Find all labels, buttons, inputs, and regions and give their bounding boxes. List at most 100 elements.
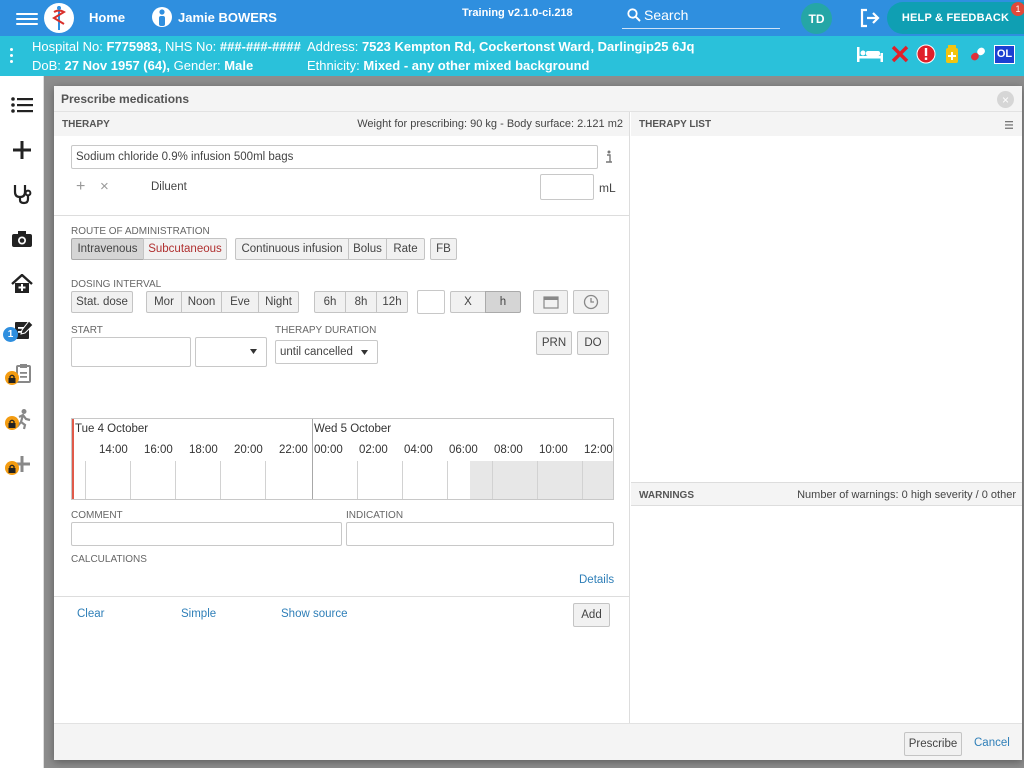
hamburger-menu-icon[interactable]	[16, 10, 38, 26]
patient-icon	[152, 7, 172, 27]
list-menu-icon[interactable]	[0, 83, 44, 127]
patient-banner: Hospital No: F775983, NHS No: ###-###-##…	[0, 36, 1024, 76]
divider	[54, 596, 630, 597]
timeline-day-1: Tue 4 October	[75, 423, 149, 435]
interval-unit-group: X h	[450, 291, 521, 313]
timeline-hour: 22:00	[279, 444, 308, 456]
do-button[interactable]: DO	[577, 331, 609, 355]
evening-button[interactable]: Eve	[221, 291, 259, 313]
patient-address: Address: 7523 Kempton Rd, Cockertonst Wa…	[307, 39, 695, 54]
noon-button[interactable]: Noon	[181, 291, 222, 313]
camera-icon[interactable]	[0, 217, 44, 261]
timeline-gridline	[447, 461, 448, 499]
night-button[interactable]: Night	[258, 291, 299, 313]
dialog-title: Prescribe medications	[61, 92, 190, 106]
timeline-gridline	[85, 461, 86, 499]
morning-button[interactable]: Mor	[146, 291, 182, 313]
interval-6h-button[interactable]: 6h	[314, 291, 346, 313]
search-input[interactable]: Search	[622, 3, 780, 29]
calendar-icon	[542, 296, 559, 309]
therapy-panel: THERAPY Weight for prescribing: 90 kg - …	[54, 112, 630, 723]
indication-input[interactable]	[346, 522, 614, 546]
interval-8h-button[interactable]: 8h	[345, 291, 377, 313]
schedule-button[interactable]	[573, 290, 609, 314]
pill-icon[interactable]	[968, 44, 988, 64]
medication-bottle-icon[interactable]	[942, 44, 962, 64]
timeline-gridline	[357, 461, 358, 499]
timeline-hour: 12:00	[584, 444, 613, 456]
logout-icon[interactable]	[859, 8, 881, 28]
timeline-hour: 08:00	[494, 444, 523, 456]
prescribe-medications-dialog: Prescribe medications × THERAPY Weight f…	[54, 86, 1022, 760]
custom-interval-input[interactable]	[417, 290, 445, 314]
home-health-icon[interactable]	[0, 262, 44, 306]
start-date-input[interactable]	[71, 337, 191, 367]
hours-button[interactable]: h	[485, 291, 521, 313]
time-of-day-group: Mor Noon Eve Night	[146, 291, 299, 313]
therapy-duration-select[interactable]: until cancelled	[275, 340, 378, 364]
close-icon[interactable]: ×	[997, 91, 1014, 108]
more-options-icon[interactable]	[10, 48, 14, 66]
cancel-link[interactable]: Cancel	[974, 737, 1010, 749]
warning-alert-icon[interactable]	[916, 44, 936, 64]
help-feedback-button[interactable]: HELP & FEEDBACK	[887, 2, 1024, 34]
now-marker	[72, 419, 74, 499]
interval-12h-button[interactable]: 12h	[376, 291, 408, 313]
timeline-hour: 18:00	[189, 444, 218, 456]
route-group: Intravenous Subcutaneous	[71, 238, 227, 260]
timeline-hour: 02:00	[359, 444, 388, 456]
weight-info: Weight for prescribing: 90 kg - Body sur…	[357, 118, 623, 130]
fb-button[interactable]: FB	[430, 238, 457, 260]
route-subcutaneous-button[interactable]: Subcutaneous	[143, 238, 227, 260]
add-icon[interactable]	[0, 128, 44, 172]
info-icon[interactable]	[605, 150, 613, 164]
red-x-alert-icon[interactable]	[890, 44, 910, 64]
therapy-list-panel: THERAPY LIST	[631, 112, 1022, 482]
timeline-gridline	[402, 461, 403, 499]
medication-input[interactable]: Sodium chloride 0.9% infusion 500ml bags	[71, 145, 598, 169]
hour-interval-group: 6h 8h 12h	[314, 291, 408, 313]
warnings-count: Number of warnings: 0 high severity / 0 …	[797, 489, 1016, 501]
lock-icon	[5, 461, 19, 475]
bolus-button[interactable]: Bolus	[348, 238, 387, 260]
clear-link[interactable]: Clear	[77, 608, 104, 620]
timeline-gridline	[265, 461, 266, 499]
add-button[interactable]: Add	[573, 603, 610, 627]
dialog-footer: Prescribe Cancel	[54, 723, 1022, 760]
nhs-number: ###-###-####	[219, 39, 301, 54]
hospital-number: F775983,	[106, 39, 162, 54]
stethoscope-icon[interactable]	[0, 172, 44, 216]
patient-name[interactable]: Jamie BOWERS	[178, 10, 277, 25]
prn-button[interactable]: PRN	[536, 331, 572, 355]
add-diluent-icon[interactable]: +	[76, 178, 85, 196]
date-of-birth: 27 Nov 1957 (64),	[64, 58, 171, 73]
day-separator	[312, 419, 313, 499]
app-logo[interactable]	[44, 3, 74, 33]
home-link[interactable]: Home	[89, 10, 125, 25]
start-time-select[interactable]	[195, 337, 267, 367]
simple-link[interactable]: Simple	[181, 608, 216, 620]
therapy-header: THERAPY Weight for prescribing: 90 kg - …	[54, 112, 629, 136]
patient-ids: Hospital No: F775983, NHS No: ###-###-##…	[32, 39, 301, 54]
ol-badge[interactable]: OL	[994, 44, 1015, 64]
remove-diluent-icon[interactable]: ×	[100, 178, 109, 195]
notification-count-badge: 1	[3, 327, 18, 342]
show-source-link[interactable]: Show source	[281, 608, 347, 620]
details-link[interactable]: Details	[579, 574, 614, 586]
comment-input[interactable]	[71, 522, 342, 546]
times-button[interactable]: X	[450, 291, 486, 313]
bed-icon[interactable]	[856, 44, 884, 64]
volume-input[interactable]	[540, 174, 594, 200]
rate-button[interactable]: Rate	[386, 238, 425, 260]
continuous-infusion-button[interactable]: Continuous infusion	[235, 238, 349, 260]
clock-icon	[583, 294, 599, 310]
timeline-gridline	[175, 461, 176, 499]
dosing-timeline: Tue 4 October Wed 5 October 14:00 16:00 …	[71, 418, 614, 500]
user-avatar[interactable]: TD	[801, 3, 832, 34]
list-options-icon[interactable]	[1005, 121, 1013, 129]
calendar-button[interactable]	[533, 290, 568, 314]
prescribe-button[interactable]: Prescribe	[904, 732, 962, 756]
indication-label: INDICATION	[346, 510, 404, 521]
route-intravenous-button[interactable]: Intravenous	[71, 238, 144, 260]
stat-dose-button[interactable]: Stat. dose	[71, 291, 133, 313]
